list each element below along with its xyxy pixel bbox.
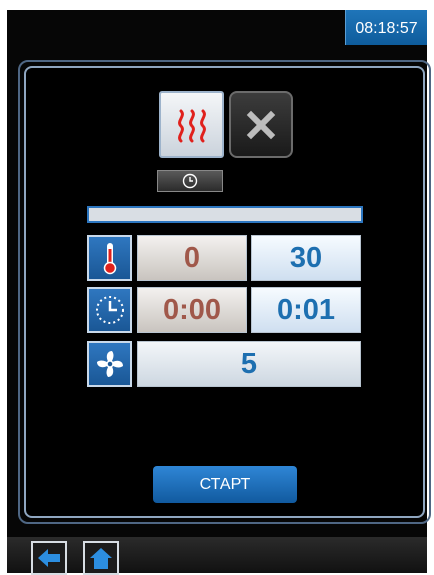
back-button[interactable] [31,541,67,575]
bottom-navigation-bar [7,537,427,573]
timer-glyph [95,296,124,324]
timer-mode-button[interactable] [157,170,223,192]
home-button[interactable] [83,541,119,575]
heat-mode-button[interactable] [159,91,224,158]
home-icon [90,548,112,569]
close-icon [246,110,276,139]
cooking-progress-bar [87,206,363,223]
fan-icon [87,341,132,387]
thermometer-icon [87,235,132,281]
clock-icon [182,173,198,189]
fan-speed-value[interactable]: 5 [137,341,361,387]
steam-heat-icon [177,109,206,142]
cancel-button[interactable] [229,91,293,158]
timer-icon [87,287,132,333]
oven-control-screen: 08:18:57 0 30 0:00 0:01 5 СТАРТ [7,10,431,575]
thermometer-glyph [103,243,116,275]
back-arrow-icon [38,549,60,567]
start-button[interactable]: СТАРТ [153,466,297,503]
clock: 08:18:57 [345,10,427,45]
temperature-actual-value: 0 [137,235,247,281]
temperature-set-value[interactable]: 30 [251,235,361,281]
time-set-value[interactable]: 0:01 [251,287,361,333]
time-actual-value: 0:00 [137,287,247,333]
fan-glyph [96,351,123,377]
